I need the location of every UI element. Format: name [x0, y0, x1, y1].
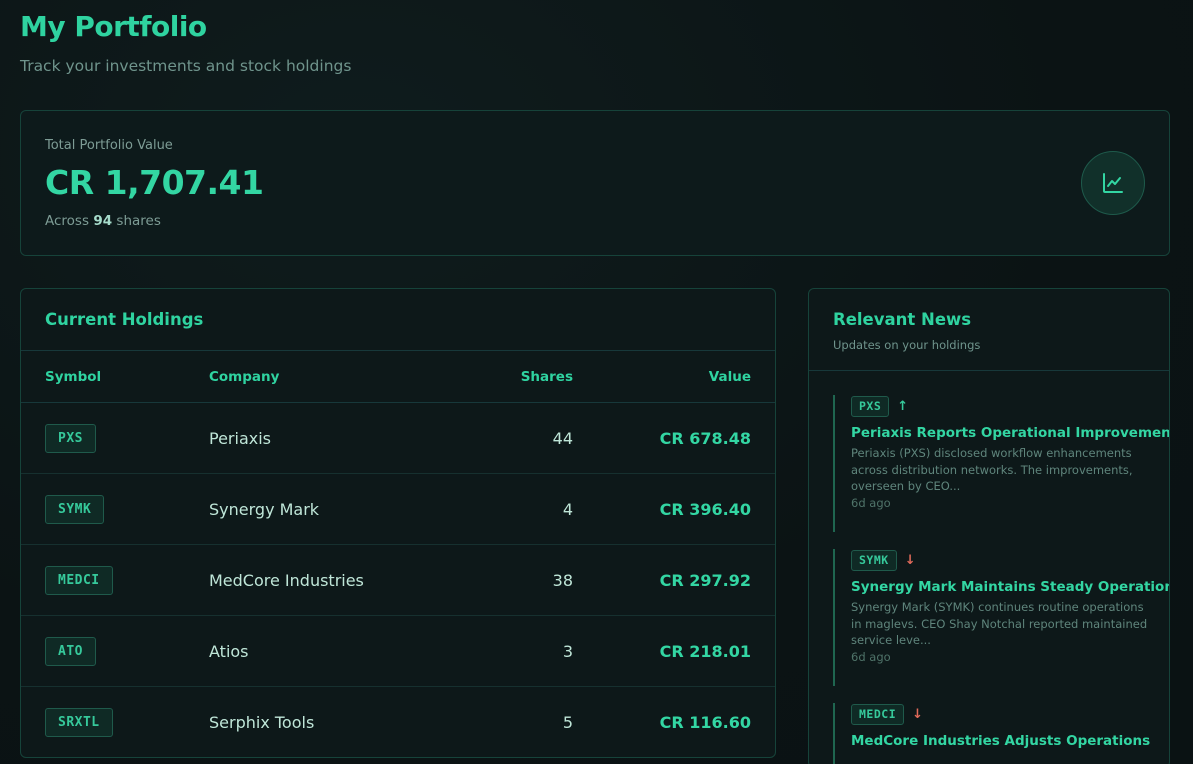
holding-value: CR 396.40 [659, 500, 751, 519]
symbol-badge: MEDCI [45, 566, 113, 595]
news-subtitle: Updates on your holdings [833, 338, 981, 352]
news-timestamp: 6d ago [851, 649, 891, 664]
column-header-value[interactable]: Value [709, 369, 751, 385]
column-header-shares[interactable]: Shares [521, 369, 573, 385]
total-value: CR 1,707.41 [45, 163, 264, 202]
arrow-down-icon: ↓ [904, 552, 916, 568]
arrow-up-icon: ↑ [897, 398, 909, 414]
news-tag-row: SYMK ↓ [851, 549, 1151, 571]
news-title: Relevant News [833, 310, 972, 329]
share-count: 4 [562, 500, 573, 519]
share-count: 3 [562, 642, 573, 661]
shares-prefix: Across [45, 213, 90, 229]
news-headline[interactable]: MedCore Industries Adjusts Operations [851, 733, 1151, 749]
table-row[interactable]: MEDCI MedCore Industries 38 CR 297.92 [21, 545, 775, 616]
news-tag-row: MEDCI ↓ [851, 703, 1151, 725]
page-subtitle: Track your investments and stock holding… [20, 57, 352, 75]
company-name: Serphix Tools [209, 713, 315, 732]
trending-chart-icon[interactable] [1081, 151, 1145, 215]
news-item[interactable]: PXS ↑ Periaxis Reports Operational Impro… [833, 395, 1169, 532]
company-name: Synergy Mark [209, 500, 320, 519]
news-headline[interactable]: Synergy Mark Maintains Steady Operations [851, 579, 1169, 595]
total-value-label: Total Portfolio Value [45, 138, 173, 153]
holdings-card: Current Holdings Symbol Company Shares V… [20, 288, 776, 758]
share-count: 44 [552, 429, 573, 448]
news-item[interactable]: SYMK ↓ Synergy Mark Maintains Steady Ope… [833, 549, 1169, 686]
share-count: 38 [552, 571, 573, 590]
divider [809, 370, 1169, 371]
shares-count: 94 [93, 213, 113, 229]
news-card: Relevant News Updates on your holdings P… [808, 288, 1170, 764]
company-name: Periaxis [209, 429, 271, 448]
holding-value: CR 218.01 [659, 642, 751, 661]
news-tag-row: PXS ↑ [851, 395, 1151, 417]
company-name: MedCore Industries [209, 571, 364, 590]
holdings-title: Current Holdings [45, 310, 204, 329]
table-row[interactable]: SYMK Synergy Mark 4 CR 396.40 [21, 474, 775, 545]
news-symbol-badge: MEDCI [851, 703, 905, 725]
table-row[interactable]: ATO Atios 3 CR 218.01 [21, 616, 775, 687]
holding-value: CR 297.92 [659, 571, 751, 590]
symbol-badge: SRXTL [45, 708, 113, 737]
column-header-company[interactable]: Company [209, 369, 279, 385]
holding-value: CR 116.60 [659, 713, 751, 732]
table-row[interactable]: PXS Periaxis 44 CR 678.48 [21, 403, 775, 474]
news-symbol-badge: PXS [851, 395, 890, 417]
symbol-badge: ATO [45, 637, 96, 666]
symbol-badge: PXS [45, 424, 96, 453]
news-headline[interactable]: Periaxis Reports Operational Improvement… [851, 425, 1169, 441]
news-item[interactable]: MEDCI ↓ MedCore Industries Adjusts Opera… [833, 703, 1151, 764]
arrow-down-icon: ↓ [912, 706, 924, 722]
company-name: Atios [209, 642, 249, 661]
share-count: 5 [562, 713, 573, 732]
shares-summary: Across 94 shares [45, 213, 161, 229]
page-title: My Portfolio [20, 10, 207, 43]
portfolio-summary-card: Total Portfolio Value CR 1,707.41 Across… [20, 110, 1170, 256]
holding-value: CR 678.48 [659, 429, 751, 448]
news-timestamp: 6d ago [851, 495, 891, 510]
divider [21, 350, 775, 351]
news-symbol-badge: SYMK [851, 549, 897, 571]
symbol-badge: SYMK [45, 495, 105, 524]
column-header-symbol[interactable]: Symbol [45, 369, 101, 385]
shares-suffix: shares [116, 213, 161, 229]
news-body: Periaxis (PXS) disclosed workflow enhanc… [851, 446, 1133, 493]
news-body: Synergy Mark (SYMK) continues routine op… [851, 600, 1148, 647]
table-row[interactable]: SRXTL Serphix Tools 5 CR 116.60 [21, 687, 775, 757]
